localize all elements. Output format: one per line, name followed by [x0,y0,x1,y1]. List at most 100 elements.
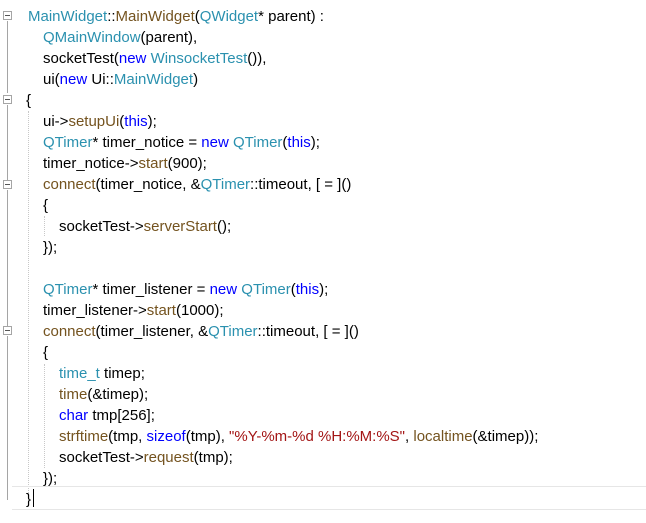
code-token: time [59,386,88,403]
code-token: }); [43,239,58,256]
code-token: { [43,344,49,361]
code-token: WinsocketTest [150,50,248,67]
code-token: }); [43,470,58,487]
code-token: start [146,302,176,319]
code-line: socketTest->request(tmp); [59,447,233,468]
code-line: QTimer* timer_notice = new QTimer(this); [43,132,320,153]
fold-guide-line [7,21,8,93]
code-line: strftime(tmp, sizeof(tmp), "%Y-%m-%d %H:… [59,426,538,447]
code-token: this [287,134,311,151]
code-line: connect(timer_notice, &QTimer::timeout, … [43,174,351,195]
code-token: new [59,71,88,88]
code-token: sizeof [146,428,186,445]
code-token: :: [107,8,116,25]
code-editor[interactable]: MainWidget::MainWidget(QWidget* parent) … [0,0,646,523]
code-line: timer_notice->start(900); [43,153,207,174]
code-token: QTimer [241,281,291,298]
code-token: new [118,50,147,67]
code-token: MainWidget [28,8,108,25]
code-token: QTimer [232,134,283,151]
code-line: time_t timep; [59,363,145,384]
code-token: new [209,281,238,298]
text-caret [33,489,34,507]
current-line-highlight [12,486,646,510]
code-token: QTimer [208,323,258,340]
code-token: QTimer [43,281,93,298]
collapse-icon[interactable] [3,326,12,335]
code-token: strftime [59,428,109,445]
collapse-icon[interactable] [3,11,12,20]
code-token: (parent), [140,29,198,46]
code-token: (900); [167,155,207,172]
code-token: serverStart [143,218,217,235]
code-token: { [26,92,32,109]
code-token: tmp[256]; [88,407,155,424]
code-token: request [143,449,194,466]
code-token: ); [319,281,329,298]
code-token: socketTest-> [59,449,144,466]
code-token: setupUi [68,113,120,130]
code-line: { [43,195,48,216]
code-token: ::timeout, [ = ]() [257,323,359,340]
code-line: }); [43,468,57,489]
code-token: ::timeout, [ = ]() [250,176,352,193]
indent-guide [44,216,45,236]
code-token: MainWidget [113,71,194,88]
code-token: ) [193,71,199,88]
code-line: connect(timer_listener, &QTimer::timeout… [43,321,359,342]
code-token: (tmp); [193,449,233,466]
indent-guide [44,364,45,468]
collapse-icon[interactable] [3,95,12,104]
code-token: time_t [59,365,100,382]
code-line: time(&timep); [59,384,148,405]
code-token: (&timep)); [472,428,539,445]
code-line: }); [43,237,57,258]
code-token: } [26,491,32,508]
code-token: "%Y-%m-%d %H:%M:%S" [229,428,406,445]
code-token: QMainWindow [43,29,141,46]
code-token: ()), [247,50,267,67]
code-token: Ui:: [87,71,114,88]
code-token: QTimer [43,134,93,151]
code-line: char tmp[256]; [59,405,155,426]
fold-guide-line [7,336,8,500]
code-token: socketTest-> [59,218,144,235]
code-line: ui->setupUi(this); [43,111,157,132]
code-token: * timer_listener = [92,281,210,298]
code-token: new [201,134,229,151]
indent-guide [28,111,29,493]
code-line: QMainWindow(parent), [43,27,197,48]
code-token: * parent) : [258,8,324,25]
code-token: ); [147,113,157,130]
code-token: (tmp), [185,428,230,445]
code-token: connect [43,323,96,340]
code-token: QWidget [199,8,259,25]
code-token: QTimer [200,176,251,193]
code-line: ui(new Ui::MainWidget) [43,69,198,90]
code-token: this [124,113,148,130]
code-line: } [26,489,31,510]
code-token: localtime [413,428,473,445]
code-token: timer_notice-> [43,155,139,172]
code-token: ui( [43,71,60,88]
code-token: (); [216,218,232,235]
code-token: (&timep); [87,386,149,403]
fold-guide-line [7,105,8,181]
collapse-icon[interactable] [3,180,12,189]
code-token: (1000); [175,302,224,319]
code-token: * timer_notice = [92,134,202,151]
code-token: ); [310,134,320,151]
code-token: connect [43,176,96,193]
code-token: timer_listener-> [43,302,147,319]
code-line: { [26,90,31,111]
code-line: QTimer* timer_listener = new QTimer(this… [43,279,328,300]
code-token: (timer_listener, & [95,323,209,340]
code-token: (tmp, [108,428,147,445]
code-token: (timer_notice, & [95,176,201,193]
code-line: { [43,342,48,363]
code-token: char [59,407,89,424]
code-line: timer_listener->start(1000); [43,300,224,321]
code-token: MainWidget [115,8,195,25]
code-token: timep; [99,365,145,382]
code-token: socketTest( [43,50,119,67]
